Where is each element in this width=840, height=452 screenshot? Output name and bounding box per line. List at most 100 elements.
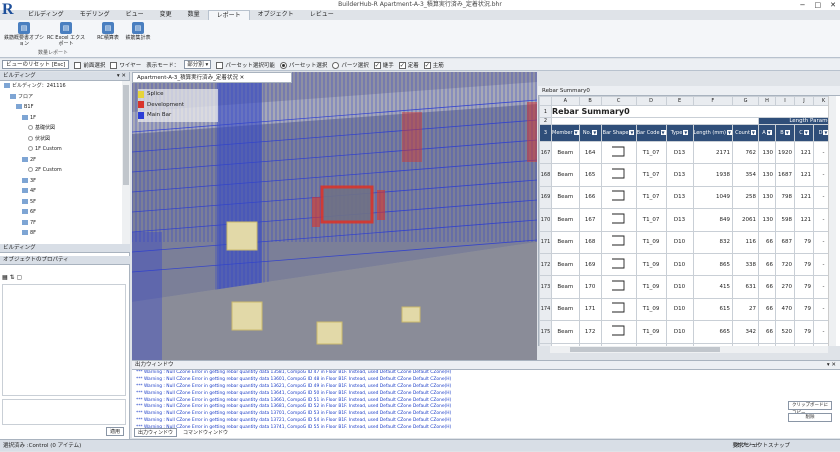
table-cell[interactable]: 865 <box>692 252 734 277</box>
column-letter[interactable]: J <box>794 96 815 106</box>
bar-shape-cell[interactable] <box>600 208 637 232</box>
tree-item[interactable]: 4F <box>0 186 129 197</box>
tree-item[interactable]: 8F <box>0 228 129 239</box>
table-cell[interactable]: T1_09 <box>635 297 667 322</box>
table-row[interactable]: 167 Beam 164 T1_07 D13 2171 762 130 1920 121- <box>539 140 835 165</box>
table-cell[interactable]: 168 <box>578 230 602 254</box>
column-letter[interactable]: H <box>758 96 777 106</box>
tree-item[interactable]: 2F <box>0 155 129 166</box>
tree-item[interactable]: ビルディング：241116 <box>0 81 129 92</box>
table-cell[interactable]: 615 <box>692 297 734 322</box>
filter-dropdown-icon[interactable]: ▼ <box>629 130 635 135</box>
parcel-radio[interactable]: パーセット選択 <box>279 61 327 69</box>
table-cell[interactable]: 520 <box>775 320 796 344</box>
column-header[interactable]: Length (mm) ▼ <box>692 124 734 142</box>
row-number[interactable]: 171 <box>539 230 552 254</box>
table-cell[interactable]: 470 <box>775 297 796 322</box>
filter-dropdown-icon[interactable]: ▼ <box>727 130 732 135</box>
table-cell[interactable]: 665 <box>692 320 734 344</box>
row-number[interactable]: 169 <box>539 185 552 210</box>
column-letter[interactable]: A <box>551 96 580 106</box>
column-letter[interactable]: G <box>732 96 760 106</box>
maximize-icon[interactable]: □ <box>815 0 822 10</box>
table-cell[interactable]: 164 <box>578 140 602 165</box>
table-cell[interactable]: 130 <box>758 208 777 232</box>
table-cell[interactable]: 1687 <box>775 163 796 187</box>
wire-checkbox[interactable]: ワイヤー <box>110 61 141 69</box>
row-number[interactable]: 168 <box>539 163 552 187</box>
column-header[interactable]: B ▼ <box>775 124 796 142</box>
row-number[interactable]: 174 <box>539 297 552 322</box>
column-letter[interactable]: E <box>665 96 694 106</box>
row-number[interactable]: 172 <box>539 252 552 277</box>
ribbon-tab[interactable]: 変更 <box>152 10 180 20</box>
ribbon-button[interactable]: ▤ RC Excel エクスポート <box>46 22 86 47</box>
bar-shape-cell[interactable] <box>600 275 637 299</box>
building-tab[interactable]: ビルディング <box>0 244 130 253</box>
row-number[interactable]: 167 <box>539 140 552 165</box>
table-cell[interactable]: Beam <box>551 208 580 232</box>
table-cell[interactable]: T1_07 <box>635 163 667 187</box>
table-cell[interactable]: 27 <box>732 297 760 322</box>
table-cell[interactable]: T1_09 <box>635 252 667 277</box>
tree-item[interactable]: 7F <box>0 218 129 229</box>
tree-item[interactable]: 2F Custom <box>0 165 129 176</box>
parcel-select-checkbox[interactable]: パーセット選択可能 <box>216 61 275 69</box>
table-cell[interactable]: 169 <box>578 252 602 277</box>
table-cell[interactable]: 170 <box>578 275 602 299</box>
copy-clipboard-button[interactable]: クリップボードにコピー <box>788 401 832 416</box>
row-number[interactable]: 173 <box>539 275 552 299</box>
viewport-tab[interactable]: Apartment-A-3_積算実行済み_定着状況 ✕ <box>132 72 292 83</box>
table-cell[interactable]: D13 <box>665 140 694 165</box>
filter-dropdown-icon[interactable]: ▼ <box>573 130 579 135</box>
column-header[interactable]: Member ▼ <box>551 124 580 142</box>
table-cell[interactable]: D10 <box>665 320 694 344</box>
ribbon-tab[interactable]: ビュー <box>118 10 152 20</box>
row-number[interactable]: 2 <box>539 117 552 125</box>
table-cell[interactable]: T1_09 <box>635 275 667 299</box>
tree-item[interactable]: 1F <box>0 113 129 124</box>
column-header[interactable]: Bar Code ▼ <box>635 124 667 142</box>
table-row[interactable]: 169 Beam 166 T1_07 D13 1049 258 130 798 121- <box>539 185 835 210</box>
row-number[interactable]: 3 <box>539 124 552 142</box>
table-cell[interactable]: 1938 <box>692 163 734 187</box>
tab-output[interactable]: 出力ウィンドウ <box>134 428 178 437</box>
table-cell[interactable]: 166 <box>578 185 602 210</box>
column-header[interactable]: No. ▼ <box>578 124 602 142</box>
table-cell[interactable]: 79 <box>794 252 815 277</box>
front-select-checkbox[interactable]: 前面選択 <box>74 61 105 69</box>
sheet-hscroll-thumb[interactable] <box>570 347 720 352</box>
close-icon[interactable]: ✕ <box>830 0 836 10</box>
table-cell[interactable]: 66 <box>758 297 777 322</box>
apply-button[interactable]: 適用 <box>106 427 125 436</box>
reset-view-button[interactable]: ビューのリセット [Esc] <box>2 60 70 69</box>
ribbon-button[interactable]: ▤ 鉄筋概要書オプション <box>4 22 44 47</box>
table-cell[interactable]: D10 <box>665 275 694 299</box>
table-cell[interactable]: 631 <box>732 275 760 299</box>
table-cell[interactable]: 1920 <box>775 140 796 165</box>
anchor-checkbox[interactable]: ✓ 定着 <box>398 61 419 69</box>
table-cell[interactable]: 66 <box>758 275 777 299</box>
table-cell[interactable]: 2061 <box>732 208 760 232</box>
column-letter[interactable]: I <box>775 96 796 106</box>
ribbon-tab[interactable]: モデリング <box>72 10 118 20</box>
table-cell[interactable]: 762 <box>732 140 760 165</box>
table-cell[interactable]: 167 <box>578 208 602 232</box>
sort-icons[interactable]: ▦ ⇅ ▢ <box>2 274 22 281</box>
table-cell[interactable]: D10 <box>665 230 694 254</box>
table-cell[interactable]: 66 <box>758 320 777 344</box>
table-cell[interactable]: Beam <box>551 297 580 322</box>
table-cell[interactable]: 121 <box>794 163 815 187</box>
table-cell[interactable]: 720 <box>775 252 796 277</box>
column-letter[interactable]: B <box>578 96 602 106</box>
table-cell[interactable]: 165 <box>578 163 602 187</box>
tree-item[interactable]: 5F <box>0 197 129 208</box>
column-header[interactable]: Count ▼ <box>732 124 760 142</box>
table-cell[interactable]: 849 <box>692 208 734 232</box>
table-cell[interactable]: 171 <box>578 297 602 322</box>
table-cell[interactable]: 598 <box>775 208 796 232</box>
filter-dropdown-icon[interactable]: ▼ <box>784 130 790 135</box>
table-cell[interactable]: 121 <box>794 185 815 210</box>
clear-button[interactable]: 削除 <box>788 413 832 422</box>
table-cell[interactable]: 66 <box>758 230 777 254</box>
